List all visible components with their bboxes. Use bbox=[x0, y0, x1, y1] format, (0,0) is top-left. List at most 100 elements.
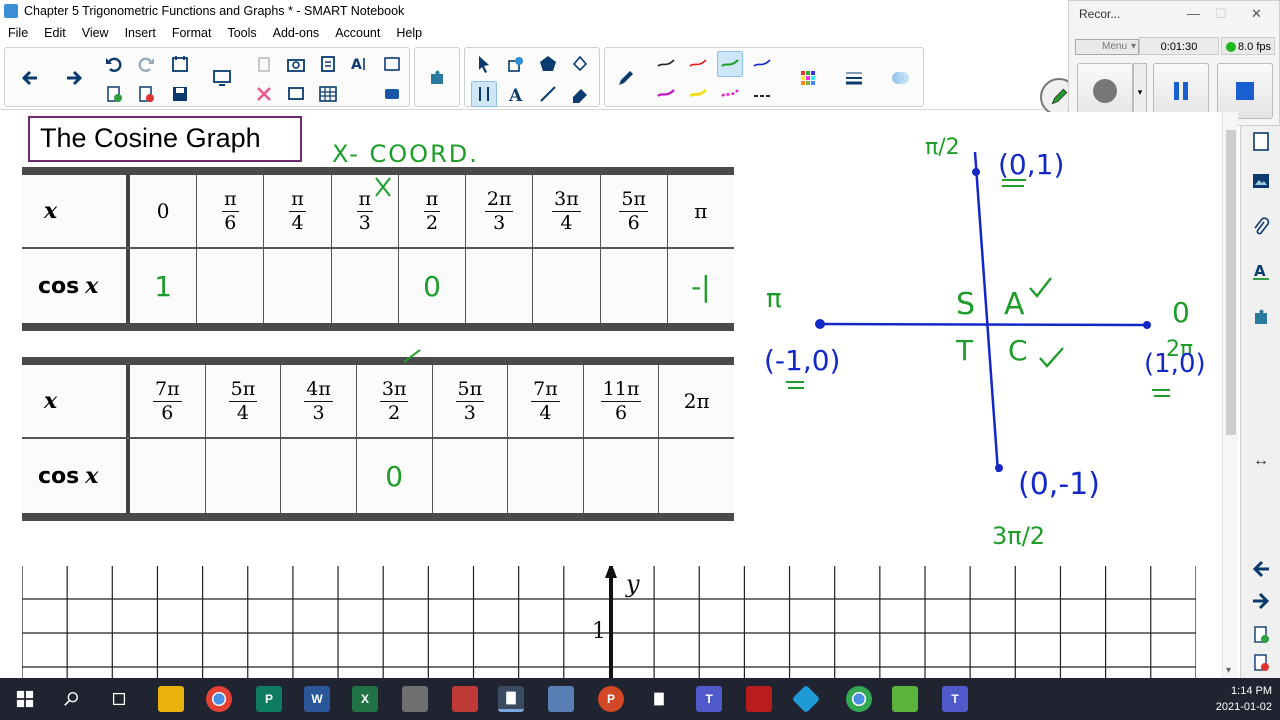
teams-classic-icon[interactable]: T bbox=[942, 686, 968, 712]
menu-insert[interactable]: Insert bbox=[117, 26, 164, 40]
menu-file[interactable]: File bbox=[0, 26, 36, 40]
quadrant-a-label: A bbox=[1004, 287, 1025, 322]
pen-style-dashed-magenta[interactable] bbox=[717, 81, 743, 107]
minimize-icon[interactable]: — bbox=[1187, 6, 1200, 21]
fill-icon[interactable] bbox=[567, 51, 593, 77]
record-options-dropdown[interactable]: ▾ bbox=[1133, 63, 1147, 119]
paste-icon[interactable] bbox=[251, 51, 277, 77]
pens-icon[interactable] bbox=[471, 81, 497, 107]
back-arrow-icon[interactable] bbox=[17, 65, 43, 91]
excel-icon[interactable]: X bbox=[352, 686, 378, 712]
page-sorter-icon[interactable] bbox=[167, 51, 193, 77]
word-icon[interactable]: W bbox=[304, 686, 330, 712]
scrollbar-thumb[interactable] bbox=[1226, 130, 1236, 435]
window-title: Chapter 5 Trigonometric Functions and Gr… bbox=[24, 4, 405, 18]
menu-tools[interactable]: Tools bbox=[219, 26, 264, 40]
redo-icon[interactable] bbox=[133, 51, 159, 77]
app-icon[interactable] bbox=[402, 686, 428, 712]
smart-response-icon[interactable] bbox=[379, 81, 405, 107]
smart-notebook-taskbar-icon[interactable] bbox=[498, 686, 524, 712]
table-icon[interactable] bbox=[315, 81, 341, 107]
menu-edit[interactable]: Edit bbox=[36, 26, 74, 40]
recorder-menu-dropdown[interactable]: Menu ▾ bbox=[1075, 39, 1139, 55]
camera-icon[interactable] bbox=[283, 51, 309, 77]
shape-recognition-icon[interactable] bbox=[503, 51, 529, 77]
color-palette-icon[interactable] bbox=[795, 65, 821, 91]
toolbar: A A bbox=[0, 44, 1078, 116]
line-thickness-icon[interactable] bbox=[841, 65, 867, 91]
full-screen-icon[interactable] bbox=[283, 81, 309, 107]
line-icon[interactable] bbox=[535, 81, 561, 107]
eraser-icon[interactable] bbox=[567, 81, 593, 107]
screen-display-icon[interactable] bbox=[209, 65, 235, 91]
menu-account[interactable]: Account bbox=[327, 26, 388, 40]
page-sorter-tab-icon[interactable] bbox=[1246, 126, 1276, 156]
select-arrow-icon[interactable] bbox=[471, 51, 497, 77]
pen-type-icon[interactable] bbox=[613, 65, 639, 91]
system-clock[interactable]: 1:14 PM 2021-01-02 bbox=[1216, 683, 1272, 715]
add-page-icon[interactable] bbox=[101, 81, 127, 107]
document-icon[interactable] bbox=[646, 686, 672, 712]
spell-check-icon[interactable]: A bbox=[347, 51, 373, 77]
search-icon[interactable] bbox=[58, 686, 84, 712]
document-camera-icon[interactable] bbox=[315, 51, 341, 77]
close-icon[interactable]: ✕ bbox=[1251, 6, 1262, 22]
delete-page-side-icon[interactable] bbox=[1246, 648, 1276, 678]
notebook-page[interactable]: The Cosine Graph x 0 π6 π4 π3 π2 2π 3 3π 4… bbox=[0, 112, 1238, 678]
pen-style-magenta[interactable] bbox=[653, 81, 679, 107]
pause-button[interactable] bbox=[1153, 63, 1209, 119]
vertical-scrollbar[interactable]: ▾ bbox=[1222, 112, 1238, 678]
next-page-icon[interactable] bbox=[1246, 586, 1276, 616]
puzzle-icon[interactable] bbox=[424, 65, 450, 91]
green-app-icon[interactable] bbox=[892, 686, 918, 712]
stop-button[interactable] bbox=[1217, 63, 1273, 119]
pen-style-green[interactable] bbox=[717, 51, 743, 77]
text-icon[interactable]: A bbox=[503, 81, 529, 107]
left-angle-label: π bbox=[766, 284, 782, 314]
publisher-icon[interactable]: P bbox=[256, 686, 282, 712]
delete-x-icon[interactable] bbox=[251, 81, 277, 107]
shapes-icon[interactable] bbox=[535, 51, 561, 77]
delete-page-icon[interactable] bbox=[133, 81, 159, 107]
save-icon[interactable] bbox=[167, 81, 193, 107]
calculator-icon[interactable] bbox=[548, 686, 574, 712]
side-panel-tabs: A ↔ bbox=[1240, 126, 1280, 678]
point-left bbox=[815, 319, 825, 329]
pen-style-blue[interactable] bbox=[749, 51, 775, 77]
record-button[interactable] bbox=[1077, 63, 1133, 119]
teams-icon[interactable]: T bbox=[696, 686, 722, 712]
attachments-tab-icon[interactable] bbox=[1246, 212, 1276, 242]
maximize-icon[interactable]: ☐ bbox=[1215, 6, 1227, 22]
resize-arrows-icon[interactable]: ↔ bbox=[1253, 452, 1269, 470]
ink-app-icon[interactable] bbox=[452, 686, 478, 712]
check-mark-a bbox=[1029, 277, 1052, 298]
scroll-down-icon[interactable]: ▾ bbox=[1226, 665, 1231, 676]
undo-icon[interactable] bbox=[101, 51, 127, 77]
flash-icon[interactable] bbox=[746, 686, 772, 712]
menu-format[interactable]: Format bbox=[164, 26, 220, 40]
file-explorer-icon[interactable] bbox=[158, 686, 184, 712]
start-windows-icon[interactable] bbox=[12, 686, 38, 712]
pen-style-black[interactable] bbox=[653, 51, 679, 77]
chrome-profile-icon[interactable] bbox=[846, 686, 872, 712]
addons-tab-icon[interactable] bbox=[1246, 302, 1276, 332]
screen-shade-icon[interactable] bbox=[379, 51, 405, 77]
chrome-icon[interactable] bbox=[206, 686, 232, 712]
fill-effects-icon[interactable] bbox=[887, 65, 913, 91]
menu-add-ons[interactable]: Add-ons bbox=[265, 26, 328, 40]
task-view-icon[interactable] bbox=[106, 686, 132, 712]
powerpoint-icon[interactable]: P bbox=[598, 686, 624, 712]
x-axis-line bbox=[817, 322, 1151, 327]
forward-arrow-icon[interactable] bbox=[61, 65, 87, 91]
diamond-app-icon[interactable] bbox=[791, 684, 821, 714]
add-page-side-icon[interactable] bbox=[1246, 620, 1276, 650]
pen-style-red[interactable] bbox=[685, 51, 711, 77]
pen-style-dashed-black[interactable] bbox=[749, 81, 775, 107]
gallery-tab-icon[interactable] bbox=[1246, 166, 1276, 196]
properties-tab-icon[interactable]: A bbox=[1246, 256, 1276, 286]
pen-style-yellow[interactable] bbox=[685, 81, 711, 107]
previous-page-icon[interactable] bbox=[1246, 554, 1276, 584]
top-point-label: (0,1) bbox=[998, 148, 1064, 181]
menu-view[interactable]: View bbox=[74, 26, 117, 40]
menu-help[interactable]: Help bbox=[388, 26, 430, 40]
